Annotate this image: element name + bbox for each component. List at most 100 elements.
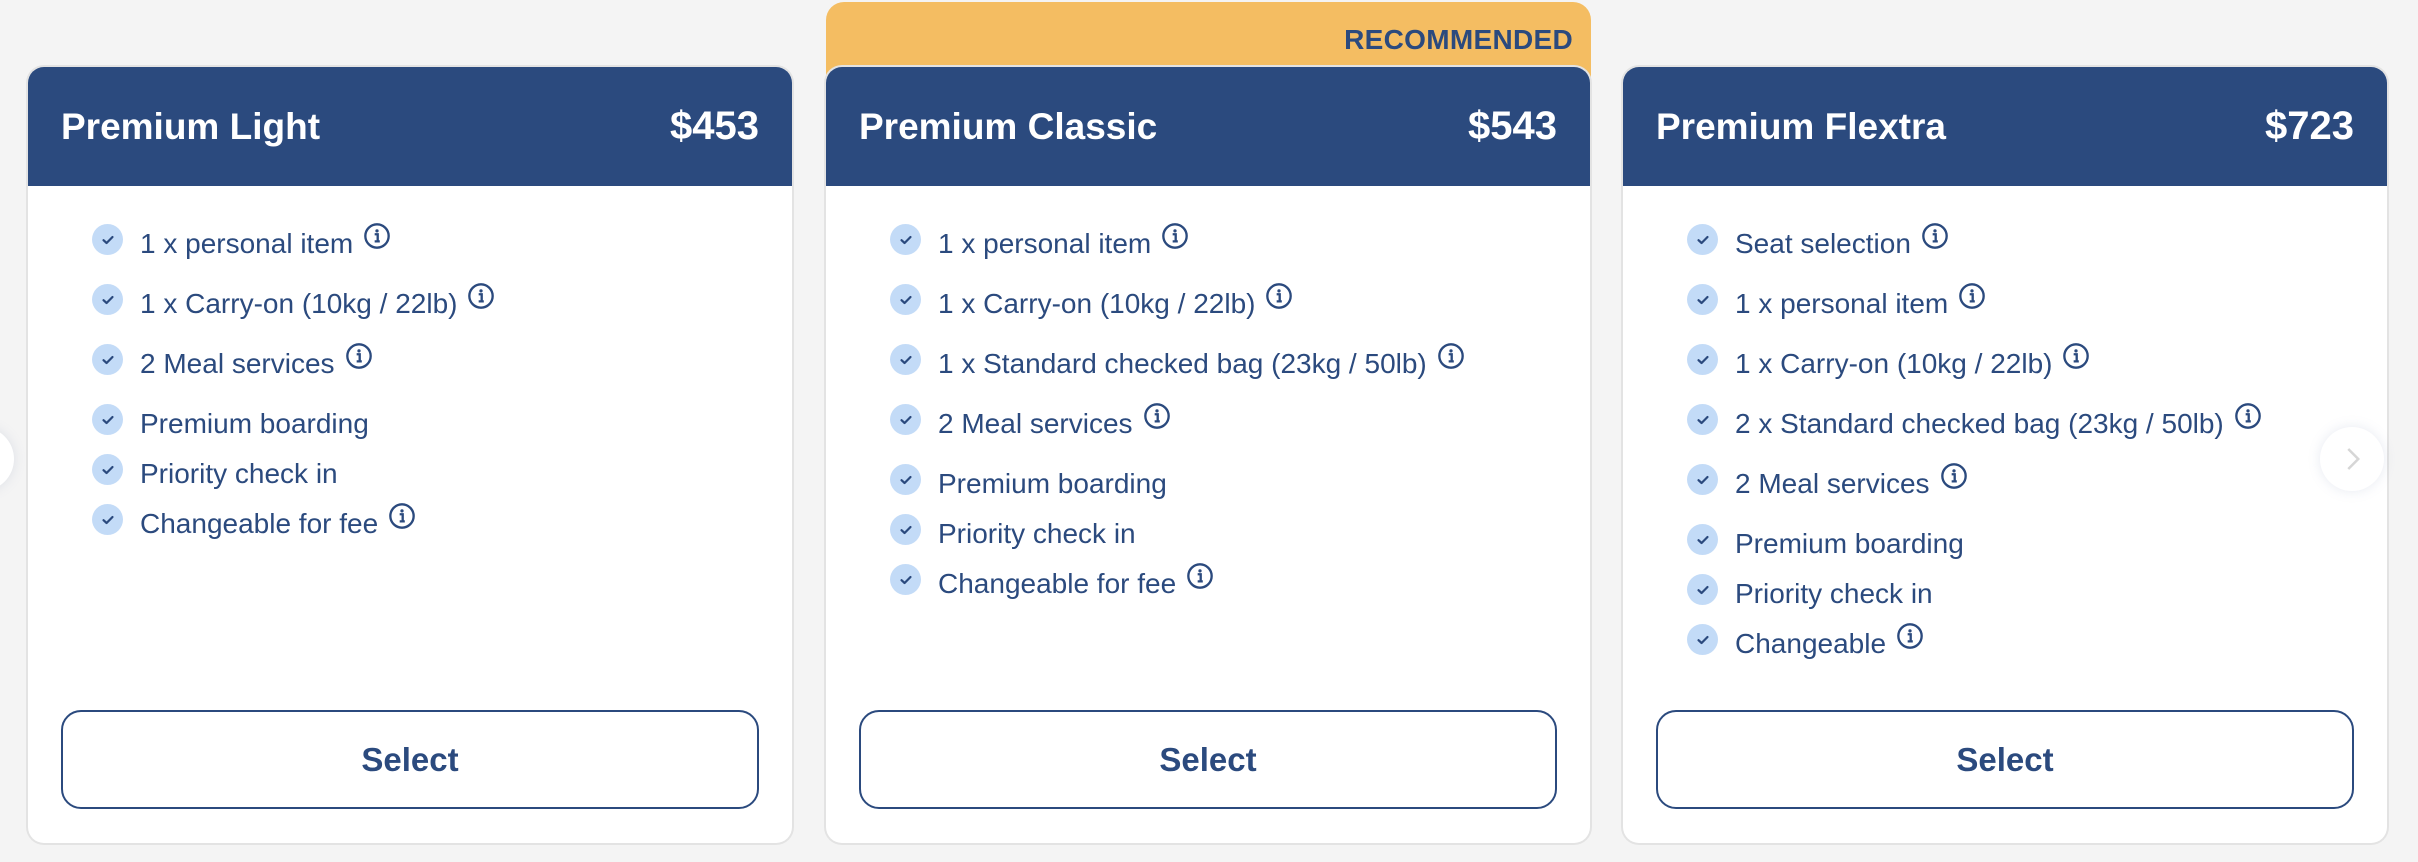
feature-list: 1 x personal item 1 x Carry-on (10kg / 22… [826, 186, 1590, 624]
plan-name: Premium Light [61, 105, 321, 147]
check-icon [92, 344, 123, 375]
info-icon[interactable] [1143, 402, 1171, 430]
feature-item: 1 x Standard checked bag (23kg / 50lb) [890, 342, 1590, 404]
info-icon[interactable] [388, 502, 416, 530]
info-icon[interactable] [363, 222, 391, 250]
feature-item: Changeable [1687, 622, 2387, 684]
plan-header: Premium Flextra $723 [1623, 67, 2387, 186]
plan-name: Premium Flextra [1656, 105, 1946, 147]
check-icon [1687, 624, 1718, 655]
feature-item: Seat selection [1687, 222, 2387, 284]
check-icon [1687, 464, 1718, 495]
feature-item: 2 Meal services [1687, 462, 2387, 524]
info-icon[interactable] [1437, 342, 1465, 370]
feature-text: 1 x Carry-on (10kg / 22lb) [1735, 348, 2053, 379]
plan-card-premium-flextra: Premium Flextra $723 Seat selection 1 x p… [1623, 67, 2387, 843]
feature-text: Changeable for fee [140, 508, 379, 539]
chevron-right-icon [2347, 448, 2361, 470]
check-icon [890, 224, 921, 255]
feature-item: 1 x Carry-on (10kg / 22lb) [92, 282, 792, 344]
plan-card-premium-classic: Premium Classic $543 1 x personal item 1 … [826, 67, 1590, 843]
check-icon [1687, 524, 1718, 555]
feature-item: 1 x personal item [92, 222, 792, 284]
check-icon [1687, 284, 1718, 315]
plan-name: Premium Classic [859, 105, 1158, 147]
select-button[interactable]: Select [859, 710, 1557, 809]
feature-text: Premium boarding [1735, 528, 1964, 559]
plan-header: Premium Light $453 [28, 67, 792, 186]
info-icon[interactable] [1921, 222, 1949, 250]
feature-text: 1 x personal item [140, 228, 354, 259]
feature-item: Changeable for fee [890, 562, 1590, 624]
carousel-prev-button[interactable] [0, 427, 14, 491]
feature-item: 1 x Carry-on (10kg / 22lb) [1687, 342, 2387, 404]
feature-text: 1 x personal item [938, 228, 1152, 259]
feature-text: Changeable [1735, 628, 1887, 659]
recommended-label: RECOMMENDED [1344, 24, 1573, 55]
feature-item: Priority check in [1687, 574, 2387, 624]
plan-price: $723 [2265, 104, 2354, 148]
feature-item: 2 Meal services [92, 342, 792, 404]
info-icon[interactable] [467, 282, 495, 310]
feature-text: 1 x personal item [1735, 288, 1949, 319]
check-icon [92, 504, 123, 535]
check-icon [890, 464, 921, 495]
info-icon[interactable] [345, 342, 373, 370]
feature-item: Premium boarding [1687, 524, 2387, 574]
info-icon[interactable] [1265, 282, 1293, 310]
feature-text: Priority check in [938, 518, 1136, 549]
check-icon [92, 284, 123, 315]
info-icon[interactable] [1958, 282, 1986, 310]
info-icon[interactable] [1161, 222, 1189, 250]
feature-item: 1 x Carry-on (10kg / 22lb) [890, 282, 1590, 344]
plan-price: $543 [1468, 104, 1557, 148]
check-icon [92, 404, 123, 435]
feature-text: Priority check in [1735, 578, 1933, 609]
check-icon [1687, 574, 1718, 605]
feature-text: Priority check in [140, 458, 338, 489]
feature-text: 2 Meal services [1735, 468, 1930, 499]
feature-text: 1 x Carry-on (10kg / 22lb) [140, 288, 458, 319]
feature-item: Priority check in [890, 514, 1590, 564]
feature-item: Premium boarding [890, 464, 1590, 514]
info-icon[interactable] [2062, 342, 2090, 370]
feature-item: Premium boarding [92, 404, 792, 454]
feature-item: Changeable for fee [92, 502, 792, 564]
feature-item: 2 Meal services [890, 402, 1590, 464]
select-button[interactable]: Select [1656, 710, 2354, 809]
carousel-next-button[interactable] [2320, 427, 2384, 491]
feature-item: 2 x Standard checked bag (23kg / 50lb) [1687, 402, 2387, 464]
info-icon[interactable] [2234, 402, 2262, 430]
feature-text: Premium boarding [938, 468, 1167, 499]
feature-text: 1 x Standard checked bag (23kg / 50lb) [938, 348, 1427, 379]
feature-text: Premium boarding [140, 408, 369, 439]
feature-text: 2 x Standard checked bag (23kg / 50lb) [1735, 408, 2224, 439]
check-icon [890, 344, 921, 375]
feature-item: Priority check in [92, 454, 792, 504]
check-icon [890, 564, 921, 595]
select-button[interactable]: Select [61, 710, 759, 809]
info-icon[interactable] [1186, 562, 1214, 590]
plan-price: $453 [670, 104, 759, 148]
feature-list: 1 x personal item 1 x Carry-on (10kg / 22… [28, 186, 792, 564]
plan-header: Premium Classic $543 [826, 67, 1590, 186]
info-icon[interactable] [1940, 462, 1968, 490]
check-icon [92, 224, 123, 255]
feature-list: Seat selection 1 x personal item 1 x Carry… [1623, 186, 2387, 684]
feature-text: Changeable for fee [938, 568, 1177, 599]
info-icon[interactable] [1896, 622, 1924, 650]
feature-text: 2 Meal services [140, 348, 335, 379]
check-icon [92, 454, 123, 485]
check-icon [1687, 404, 1718, 435]
plan-card-premium-light: Premium Light $453 1 x personal item 1 x … [28, 67, 792, 843]
check-icon [890, 514, 921, 545]
feature-text: 1 x Carry-on (10kg / 22lb) [938, 288, 1256, 319]
feature-item: 1 x personal item [1687, 282, 2387, 344]
check-icon [1687, 224, 1718, 255]
check-icon [890, 284, 921, 315]
feature-text: Seat selection [1735, 228, 1911, 259]
check-icon [890, 404, 921, 435]
check-icon [1687, 344, 1718, 375]
feature-text: 2 Meal services [938, 408, 1133, 439]
feature-item: 1 x personal item [890, 222, 1590, 284]
